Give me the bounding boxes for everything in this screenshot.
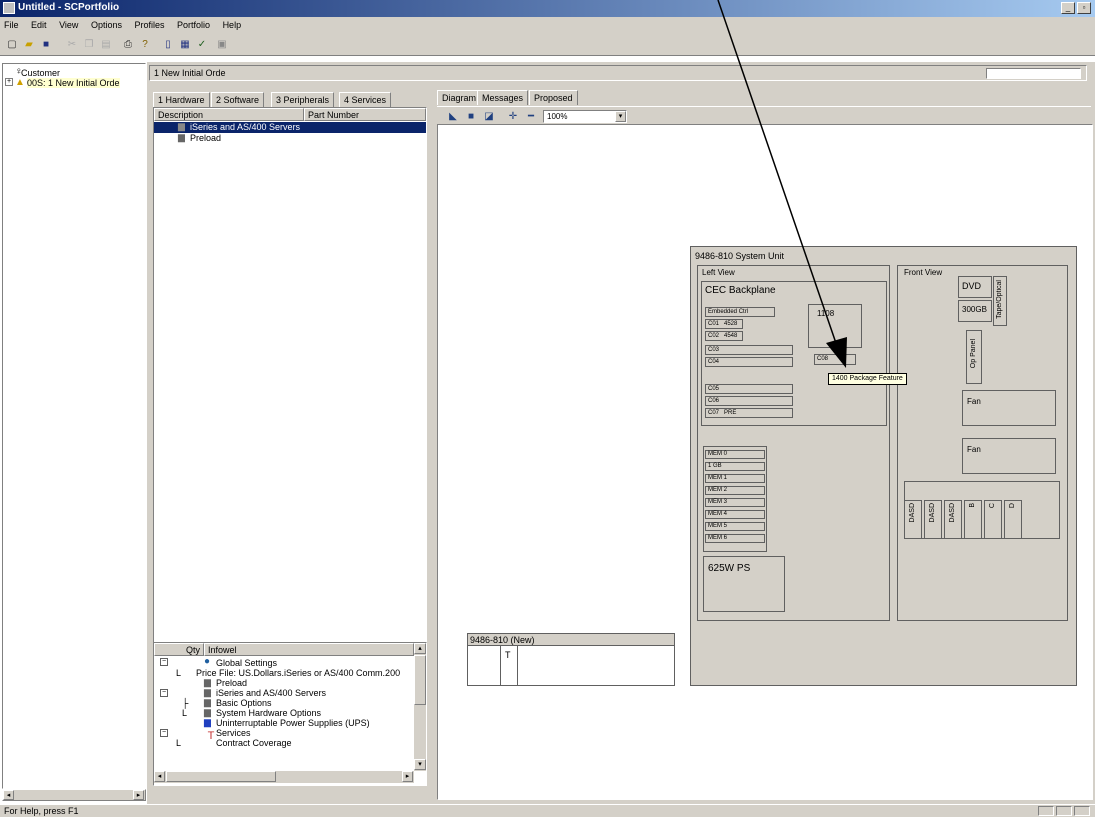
status-bar: For Help, press F1: [0, 804, 1095, 817]
status-text: For Help, press F1: [4, 806, 79, 816]
status-pane: [1074, 806, 1090, 816]
status-pane: [1038, 806, 1054, 816]
callout-arrow: [717, 0, 847, 368]
status-pane: [1056, 806, 1072, 816]
